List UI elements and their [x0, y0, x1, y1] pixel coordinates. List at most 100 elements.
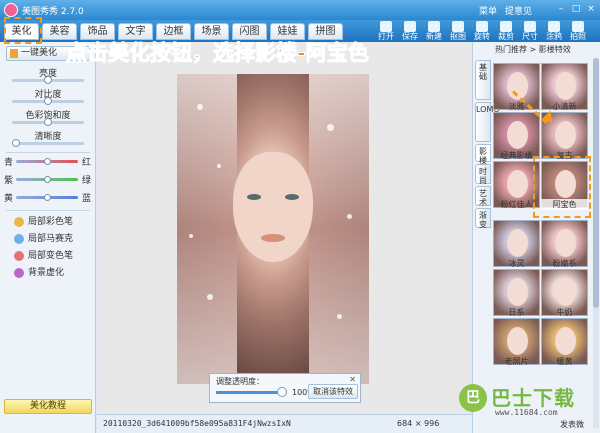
divider [6, 210, 90, 211]
share-link[interactable]: 发表微 [560, 419, 584, 430]
adjustment-panel: 一键美化 亮度 对比度 色彩饱和度 清晰度 青 红 紫 绿 黄 蓝 局部彩色笔 … [0, 42, 96, 433]
yellow-label: 黄 [4, 194, 14, 204]
photo-canvas: 调整透明度： ✕ 100% 取消该特效 [97, 42, 472, 414]
cutout-button[interactable]: 抠图 [447, 21, 469, 42]
saturation-knob[interactable] [44, 118, 52, 126]
folder-icon [380, 21, 392, 32]
effect-preview-face [555, 229, 576, 257]
watermark-text: 巴士下载 [491, 386, 575, 410]
effect-preview-face [555, 121, 576, 149]
effect-label: 小清新 [552, 102, 577, 111]
local-mosaic[interactable]: 局部马赛克 [14, 233, 73, 245]
tab-lomo[interactable]: LOMO [475, 102, 500, 142]
snowflake [347, 214, 352, 219]
resize-button[interactable]: 尺寸 [519, 21, 541, 42]
maximize-icon[interactable]: □ [570, 3, 582, 15]
opacity-knob[interactable] [277, 387, 287, 397]
blue-label: 蓝 [82, 194, 92, 204]
tab-art[interactable]: 艺术 [475, 186, 491, 207]
tab-studio[interactable]: 影楼 [475, 144, 491, 165]
doodle-button[interactable]: 涂鸦 [543, 21, 565, 42]
background-blur[interactable]: 背景虚化 [14, 267, 64, 279]
snowflake [327, 124, 334, 131]
rotate-button[interactable]: 旋转 [471, 21, 493, 42]
cyan-red-knob[interactable] [44, 158, 51, 165]
effect-preview-face [507, 278, 528, 306]
local-recolor-pen[interactable]: 局部变色笔 [14, 250, 73, 262]
effect-preview-face [507, 121, 528, 149]
sharpness-knob[interactable] [11, 139, 20, 147]
crop-button[interactable]: 裁剪 [495, 21, 517, 42]
blur-icon [14, 268, 24, 278]
image-dimensions: 684 × 996 [397, 419, 440, 428]
menu-link[interactable]: 菜单 [479, 4, 497, 17]
effects-breadcrumb: 热门推荐 > 影楼特效 [495, 45, 571, 54]
status-bar: 20110320_3d641009bf58e095a831F4jNwzsIxN … [97, 414, 472, 433]
snowflake [207, 294, 213, 300]
snowflake [217, 164, 221, 168]
contrast-knob[interactable] [44, 97, 52, 105]
edited-photo [177, 74, 369, 384]
close-icon[interactable]: ✕ [349, 375, 356, 384]
hair-left [177, 74, 237, 384]
cyan-label: 青 [4, 158, 14, 168]
snowflake [189, 234, 193, 238]
brightness-knob[interactable] [44, 76, 52, 84]
watermark-url: www.11684.com [495, 408, 558, 417]
effect-preview-face [555, 72, 576, 100]
app-title: 美图秀秀 2.7.0 [22, 7, 84, 17]
feedback-link[interactable]: 提意见 [505, 4, 532, 17]
watermark-logo: 巴 [459, 384, 487, 412]
opacity-slider[interactable] [216, 391, 286, 394]
resize-icon [524, 21, 536, 32]
save-icon [404, 21, 416, 32]
minimize-icon[interactable]: – [555, 3, 567, 15]
green-label: 绿 [82, 176, 92, 186]
opacity-panel: 调整透明度： ✕ 100% 取消该特效 [209, 373, 361, 403]
app-logo-icon [4, 3, 18, 17]
camera-icon [572, 21, 584, 32]
left-eye [247, 194, 261, 200]
tab-gradient[interactable]: 渐变 [475, 208, 491, 229]
yellow-blue-knob[interactable] [44, 194, 51, 201]
tab-fashion[interactable]: 时尚 [475, 164, 491, 185]
save-button[interactable]: 保存 [399, 21, 421, 42]
brush-icon [548, 21, 560, 32]
effect-label: 粉嫩系 [552, 259, 577, 268]
tab-highlight [4, 17, 42, 44]
color-pen-icon [14, 217, 24, 227]
local-color-pen[interactable]: 局部彩色笔 [14, 216, 73, 228]
effect-preview-face [507, 170, 528, 198]
purple-label: 紫 [4, 176, 14, 186]
selected-effect-highlight [533, 156, 591, 218]
instruction-text: 点击美化按钮，选择影楼-阿宝色 [66, 41, 370, 66]
effect-label: 日系 [508, 308, 525, 317]
effects-scrollbar-thumb[interactable] [593, 58, 599, 308]
mosaic-icon [14, 234, 24, 244]
tutorial-button[interactable]: 美化教程 [4, 399, 92, 414]
new-button[interactable]: 新建 [423, 21, 445, 42]
sharpness-slider[interactable] [12, 142, 84, 145]
purple-green-knob[interactable] [44, 176, 51, 183]
snowflake [197, 104, 203, 110]
divider [6, 152, 90, 153]
open-button[interactable]: 打开 [375, 21, 397, 42]
effect-label: 暖黄 [556, 357, 573, 366]
effect-label: 老照片 [504, 357, 529, 366]
camera-button[interactable]: 拍照 [567, 21, 589, 42]
magic-wand-icon [10, 49, 18, 58]
file-name: 20110320_3d641009bf58e095a831F4jNwzsIxN [103, 419, 291, 428]
effect-preview-face [555, 327, 576, 355]
effect-preview-face [507, 229, 528, 257]
rotate-icon [476, 21, 488, 32]
cancel-effect-button[interactable]: 取消该特效 [308, 384, 358, 399]
effect-label: 牛奶 [556, 308, 573, 317]
close-icon[interactable]: × [585, 3, 597, 15]
crop-icon [500, 21, 512, 32]
snowflake [337, 314, 342, 319]
opacity-label: 调整透明度： [216, 377, 264, 386]
cutout-icon [452, 21, 464, 32]
plus-icon [428, 21, 440, 32]
effect-label: 冰灵 [508, 259, 525, 268]
tab-basic[interactable]: 基础 [475, 60, 491, 100]
